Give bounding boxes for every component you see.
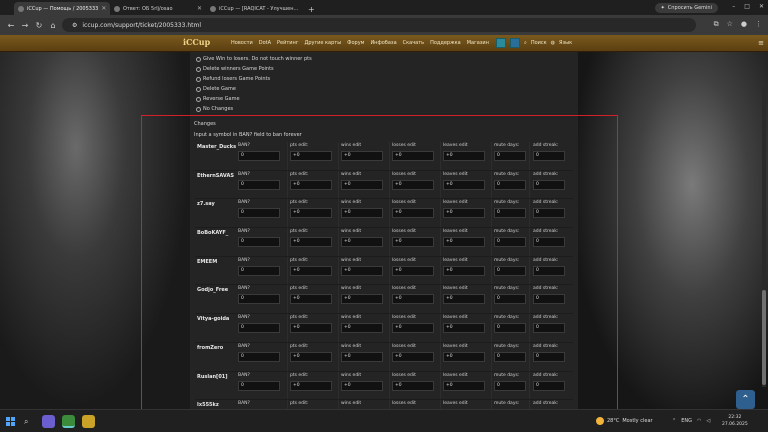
tab-title: Ответ: ОБ 5rlj/osaо [123, 5, 173, 12]
tab-title: iCCup — Помощь / 2005333 [27, 5, 99, 12]
weather-icon [596, 417, 604, 425]
radio-label: Delete Game [203, 86, 236, 92]
scrollbar-thumb[interactable] [762, 290, 766, 385]
notifications-icon[interactable] [510, 38, 520, 48]
tray-chevron-icon[interactable]: ⌃ [672, 418, 676, 424]
nav-item[interactable]: Магазин [467, 40, 489, 46]
minimize-button[interactable]: – [732, 3, 735, 10]
close-tab-icon[interactable]: ✕ [197, 5, 202, 12]
wifi-icon[interactable]: ◠ [697, 418, 701, 424]
browser-toolbar-icons: ⧉ ☆ ● ⋮ [714, 20, 762, 29]
start-button[interactable] [6, 417, 15, 426]
taskbar-search-icon[interactable]: ⌕ [24, 417, 28, 427]
browser-tab[interactable]: iCCup — Помощь / 2005333 ✕ [14, 2, 110, 15]
radio-button[interactable] [196, 86, 201, 92]
tab-favicon-icon [114, 5, 120, 12]
radio-option[interactable]: No Changes [196, 104, 312, 114]
file-explorer-icon[interactable] [82, 415, 95, 428]
weather-widget[interactable]: 28°C Mostly clear [596, 417, 653, 425]
tab-title: iCCup — [RAQICAT - Улучшен... [219, 5, 299, 12]
close-tab-icon[interactable]: ✕ [101, 5, 106, 12]
radio-option[interactable]: Reverse Game [196, 94, 312, 104]
forward-arrow-icon[interactable]: → [18, 21, 32, 30]
gemini-label: Спросить Gemini [667, 5, 712, 11]
radio-button[interactable] [196, 76, 201, 82]
url-input[interactable]: ⚙ iccup.com/support/ticket/2005333.html [62, 18, 696, 32]
user-avatar[interactable] [496, 38, 506, 48]
radio-option[interactable]: Give Win to losers. Do not touch winner … [196, 54, 312, 64]
nav-item[interactable]: Инфобаза [370, 40, 396, 46]
search-icon[interactable]: ⌕ [524, 40, 527, 46]
url-text: iccup.com/support/ticket/2005333.html [82, 21, 202, 29]
clock-time: 22:32 [728, 415, 742, 420]
menu-icon[interactable]: ⋮ [755, 20, 762, 29]
language-selector[interactable]: Язык [559, 40, 572, 46]
system-tray: ⌃ ENG ◠ ◁ [672, 418, 710, 424]
back-arrow-icon[interactable]: ← [4, 21, 18, 30]
browser-tab[interactable]: Ответ: ОБ 5rlj/osaо ✕ [110, 2, 206, 15]
site-nav-items: Новости DotA Рейтинг Другие карты Форум … [231, 40, 489, 46]
radio-button[interactable] [196, 66, 201, 72]
tab-favicon-icon [18, 5, 24, 12]
site-navbar: iCCup Новости DotA Рейтинг Другие карты … [0, 35, 768, 52]
gemini-icon: ✦ [660, 5, 665, 11]
radio-label: Refund losers Game Points [203, 76, 271, 82]
site-info-icon[interactable]: ⚙ [72, 22, 77, 29]
taskbar-app-icon[interactable] [42, 415, 55, 428]
windows-taskbar: ⌕ 28°C Mostly clear ⌃ ENG ◠ ◁ 22:32 27.0… [0, 409, 768, 432]
radio-label: Delete winners Game Points [203, 66, 274, 72]
tab-favicon-icon [210, 5, 216, 12]
game-action-radios: Give Win to losers. Do not touch winner … [196, 54, 312, 114]
home-icon[interactable]: ⌂ [46, 21, 60, 30]
globe-icon: ◍ [550, 40, 556, 46]
reload-icon[interactable]: ↻ [32, 21, 46, 30]
maximize-button[interactable]: □ [744, 3, 750, 10]
chrome-taskbar-icon[interactable] [62, 415, 75, 428]
radio-label: Give Win to losers. Do not touch winner … [203, 56, 312, 62]
radio-option[interactable]: Delete winners Game Points [196, 64, 312, 74]
nav-item[interactable]: Скачать [403, 40, 424, 46]
new-tab-button[interactable]: + [308, 5, 315, 14]
highlight-rectangle [141, 115, 618, 413]
nav-item[interactable]: Рейтинг [277, 40, 298, 46]
radio-label: No Changes [203, 106, 234, 112]
extensions-icon[interactable]: ⧉ [714, 20, 719, 29]
nav-search: ⌕ Поиск ◍ Язык [496, 38, 572, 48]
radio-option[interactable]: Delete Game [196, 84, 312, 94]
search-link[interactable]: Поиск [531, 40, 547, 46]
radio-option[interactable]: Refund losers Game Points [196, 74, 312, 84]
browser-tabbar: iCCup — Помощь / 2005333 ✕ Ответ: ОБ 5rl… [0, 0, 768, 15]
profile-icon[interactable]: ● [741, 20, 747, 29]
site-menu-icon[interactable]: ≡ [758, 39, 764, 47]
radio-button[interactable] [196, 106, 201, 112]
bookmark-icon[interactable]: ☆ [727, 20, 733, 29]
system-clock[interactable]: 22:32 27.06.2025 [722, 414, 748, 428]
site-logo[interactable]: iCCup [183, 37, 210, 47]
radio-label: Reverse Game [203, 96, 240, 102]
window-controls: – □ ✕ [732, 3, 764, 10]
weather-temp: 28°C [607, 418, 620, 424]
nav-item[interactable]: Другие карты [304, 40, 341, 46]
radio-button[interactable] [196, 96, 201, 102]
nav-item[interactable]: Форум [347, 40, 364, 46]
nav-item[interactable]: Поддержка [430, 40, 461, 46]
volume-icon[interactable]: ◁ [706, 418, 710, 424]
nav-item[interactable]: DotA [259, 40, 271, 46]
back-to-top-button[interactable]: ⌃ [736, 390, 755, 409]
radio-button[interactable] [196, 56, 201, 62]
close-window-button[interactable]: ✕ [759, 3, 764, 10]
nav-item[interactable]: Новости [231, 40, 253, 46]
input-language[interactable]: ENG [681, 418, 692, 424]
clock-date: 27.06.2025 [722, 422, 748, 427]
gemini-button[interactable]: ✦ Спросить Gemini [654, 3, 718, 13]
browser-tab[interactable]: iCCup — [RAQICAT - Улучшен... ✕ [206, 2, 302, 15]
address-bar: ← → ↻ ⌂ ⚙ iccup.com/support/ticket/20053… [0, 15, 768, 35]
weather-text: Mostly clear [622, 418, 653, 424]
close-tab-icon[interactable]: ✕ [301, 5, 302, 12]
